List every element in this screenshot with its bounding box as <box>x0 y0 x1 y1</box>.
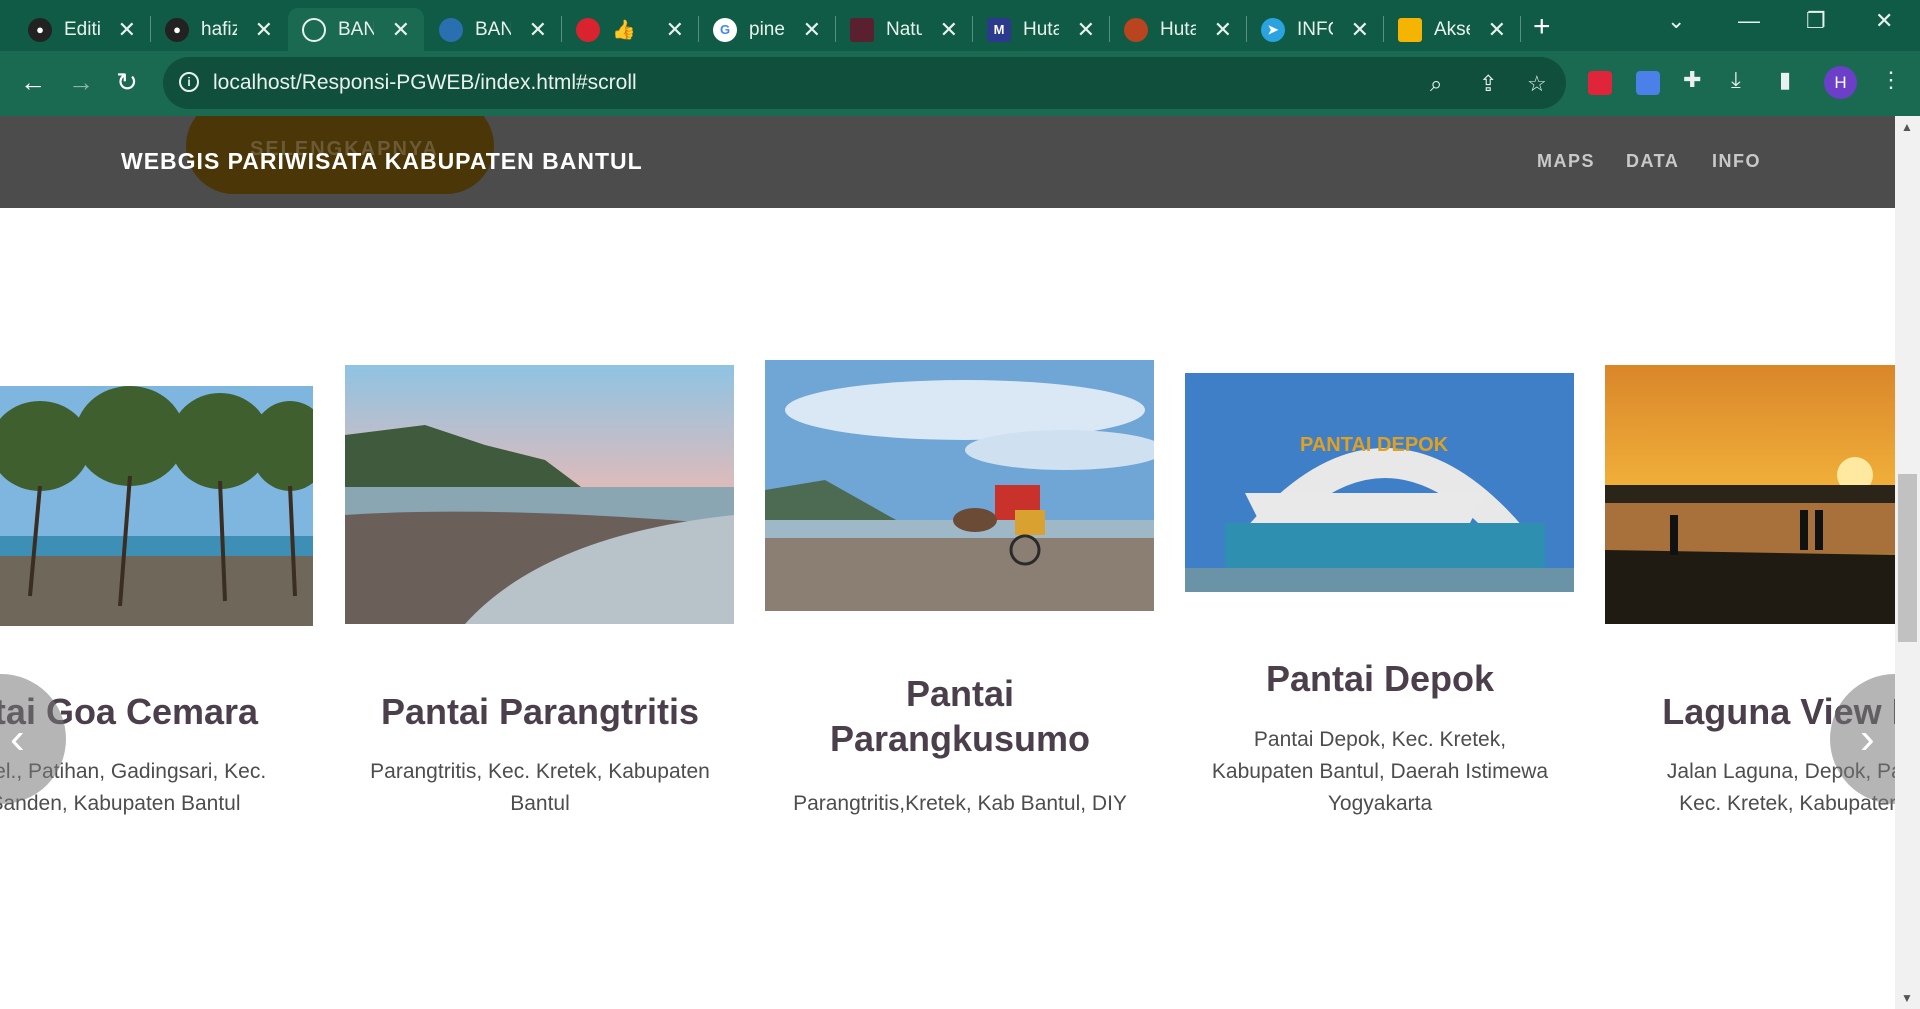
close-icon[interactable]: ✕ <box>1351 17 1369 43</box>
card-photo <box>1605 365 1895 624</box>
card-photo: PANTAI DEPOK <box>1185 373 1574 592</box>
card-title-line: Pantai <box>905 673 1015 714</box>
scrollbar-thumb[interactable] <box>1898 474 1917 642</box>
card-desc-line: Yogyakarta <box>1327 792 1433 815</box>
site-info-icon[interactable]: i <box>179 72 199 92</box>
site-brand[interactable]: WEBGIS PARIWISATA KABUPATEN BANTUL <box>121 148 643 175</box>
card-photo <box>0 386 313 626</box>
close-icon[interactable]: ✕ <box>118 17 136 43</box>
close-icon[interactable]: ✕ <box>940 17 958 43</box>
emblem-icon <box>1124 17 1148 42</box>
browser-tab[interactable]: ● hafiz ✕ <box>151 8 287 51</box>
close-icon[interactable]: ✕ <box>1077 17 1095 43</box>
restore-icon[interactable]: ❐ <box>1806 8 1826 34</box>
card-desc-line: Parangtritis, Kec. Kretek, Kabupaten <box>370 760 710 783</box>
puzzle-icon[interactable]: ✚ <box>1683 67 1701 93</box>
site-navbar: SELENGKAPNYA WEBGIS PARIWISATA KABUPATEN… <box>0 116 1895 208</box>
page-viewport: SELENGKAPNYA WEBGIS PARIWISATA KABUPATEN… <box>0 116 1895 1009</box>
reload-icon[interactable]: ↻ <box>116 67 138 98</box>
card-title-line: Parangkusumo <box>829 718 1091 759</box>
back-icon[interactable]: ← <box>20 67 46 98</box>
page-scrollbar[interactable]: ▲ ▼ <box>1895 116 1920 1009</box>
side-panel-icon[interactable]: ▮ <box>1779 67 1791 93</box>
browser-tab[interactable]: Huta ✕ <box>1110 8 1246 51</box>
card-photo <box>345 365 734 624</box>
app-icon <box>576 17 600 42</box>
card-title: Pantai Depok <box>1265 658 1495 699</box>
browser-tab[interactable]: M Huta ✕ <box>973 8 1109 51</box>
thumbs-up-icon: 👍 <box>612 19 636 41</box>
scroll-down-icon[interactable]: ▼ <box>1901 991 1913 1005</box>
download-icon[interactable]: ⤓ <box>1731 67 1741 93</box>
card-desc-line: Bantul <box>510 792 570 815</box>
forward-icon[interactable]: → <box>68 67 94 98</box>
browser-tab[interactable]: G pine ✕ <box>699 8 835 51</box>
new-tab-button[interactable]: + <box>1533 10 1551 44</box>
close-icon[interactable]: ✕ <box>392 17 410 43</box>
share-icon[interactable]: ⇪ <box>1479 71 1497 97</box>
github-icon: ● <box>28 17 52 42</box>
card-desc-line: Kec. Kretek, Kabupaten B <box>1679 792 1895 815</box>
close-icon[interactable]: ✕ <box>255 17 273 43</box>
gate-sign-text: PANTAI DEPOK <box>1300 434 1449 456</box>
address-toolbar: ← → ↻ i localhost/Responsi-PGWEB/index.h… <box>0 51 1920 116</box>
telegram-icon: ➤ <box>1261 17 1285 42</box>
zoom-icon[interactable]: ⌕ <box>1430 71 1442 97</box>
nav-data[interactable]: DATA <box>1626 151 1679 172</box>
minimize-icon[interactable]: — <box>1738 8 1760 34</box>
site-icon: M <box>987 17 1011 42</box>
site-icon <box>439 17 463 42</box>
card-title: Pantai Parangtritis <box>380 691 700 732</box>
google-icon: G <box>713 17 737 42</box>
tab-strip: ● Editi ✕ ● hafiz ✕ BAN ✕ BAN ✕ 👍 ✕ G pi… <box>0 0 1920 51</box>
address-bar[interactable]: i localhost/Responsi-PGWEB/index.html#sc… <box>163 57 1566 109</box>
extension-icon[interactable] <box>1588 71 1612 95</box>
close-icon[interactable]: ✕ <box>1488 17 1506 43</box>
tab-separator <box>1520 16 1521 42</box>
slides-icon <box>1398 17 1422 42</box>
nav-maps[interactable]: MAPS <box>1537 151 1595 172</box>
bookmark-star-icon[interactable]: ☆ <box>1527 71 1547 97</box>
browser-tab[interactable]: Natu ✕ <box>836 8 972 51</box>
scroll-up-icon[interactable]: ▲ <box>1901 120 1913 134</box>
close-icon[interactable]: ✕ <box>529 17 547 43</box>
card-desc-line: Parangtritis,Kretek, Kab Bantul, DIY <box>793 792 1127 815</box>
card-desc-line: Sanden, Kabupaten Bantul <box>0 792 241 815</box>
browser-tab[interactable]: BAN ✕ <box>425 8 561 51</box>
close-icon[interactable]: ✕ <box>666 17 684 43</box>
browser-tab[interactable]: 👍 ✕ <box>562 8 698 51</box>
chevron-left-icon: ‹ <box>10 714 25 763</box>
close-icon[interactable]: ✕ <box>803 17 821 43</box>
tab-search-icon[interactable]: ⌄ <box>1667 8 1685 34</box>
browser-tab-active[interactable]: BAN ✕ <box>288 8 424 51</box>
github-icon: ● <box>165 17 189 42</box>
nav-info[interactable]: INFO <box>1712 151 1761 172</box>
globe-icon <box>302 17 326 42</box>
browser-tab[interactable]: ➤ INFO ✕ <box>1247 8 1383 51</box>
film-icon <box>850 17 874 42</box>
menu-kebab-icon[interactable]: ⋮ <box>1880 67 1902 93</box>
card-photo <box>765 360 1154 611</box>
card-desc-line: Pantai Depok, Kec. Kretek, <box>1253 728 1507 751</box>
avatar[interactable]: H <box>1824 66 1857 99</box>
translate-icon[interactable] <box>1636 71 1660 95</box>
url-text[interactable]: localhost/Responsi-PGWEB/index.html#scro… <box>213 71 637 95</box>
browser-tab[interactable]: Akse ✕ <box>1384 8 1520 51</box>
window-close-icon[interactable]: ✕ <box>1875 8 1893 34</box>
chevron-right-icon: › <box>1860 714 1875 763</box>
card-desc-line: Kabupaten Bantul, Daerah Istimewa <box>1211 760 1549 783</box>
close-icon[interactable]: ✕ <box>1214 17 1232 43</box>
browser-tab[interactable]: ● Editi ✕ <box>14 8 150 51</box>
